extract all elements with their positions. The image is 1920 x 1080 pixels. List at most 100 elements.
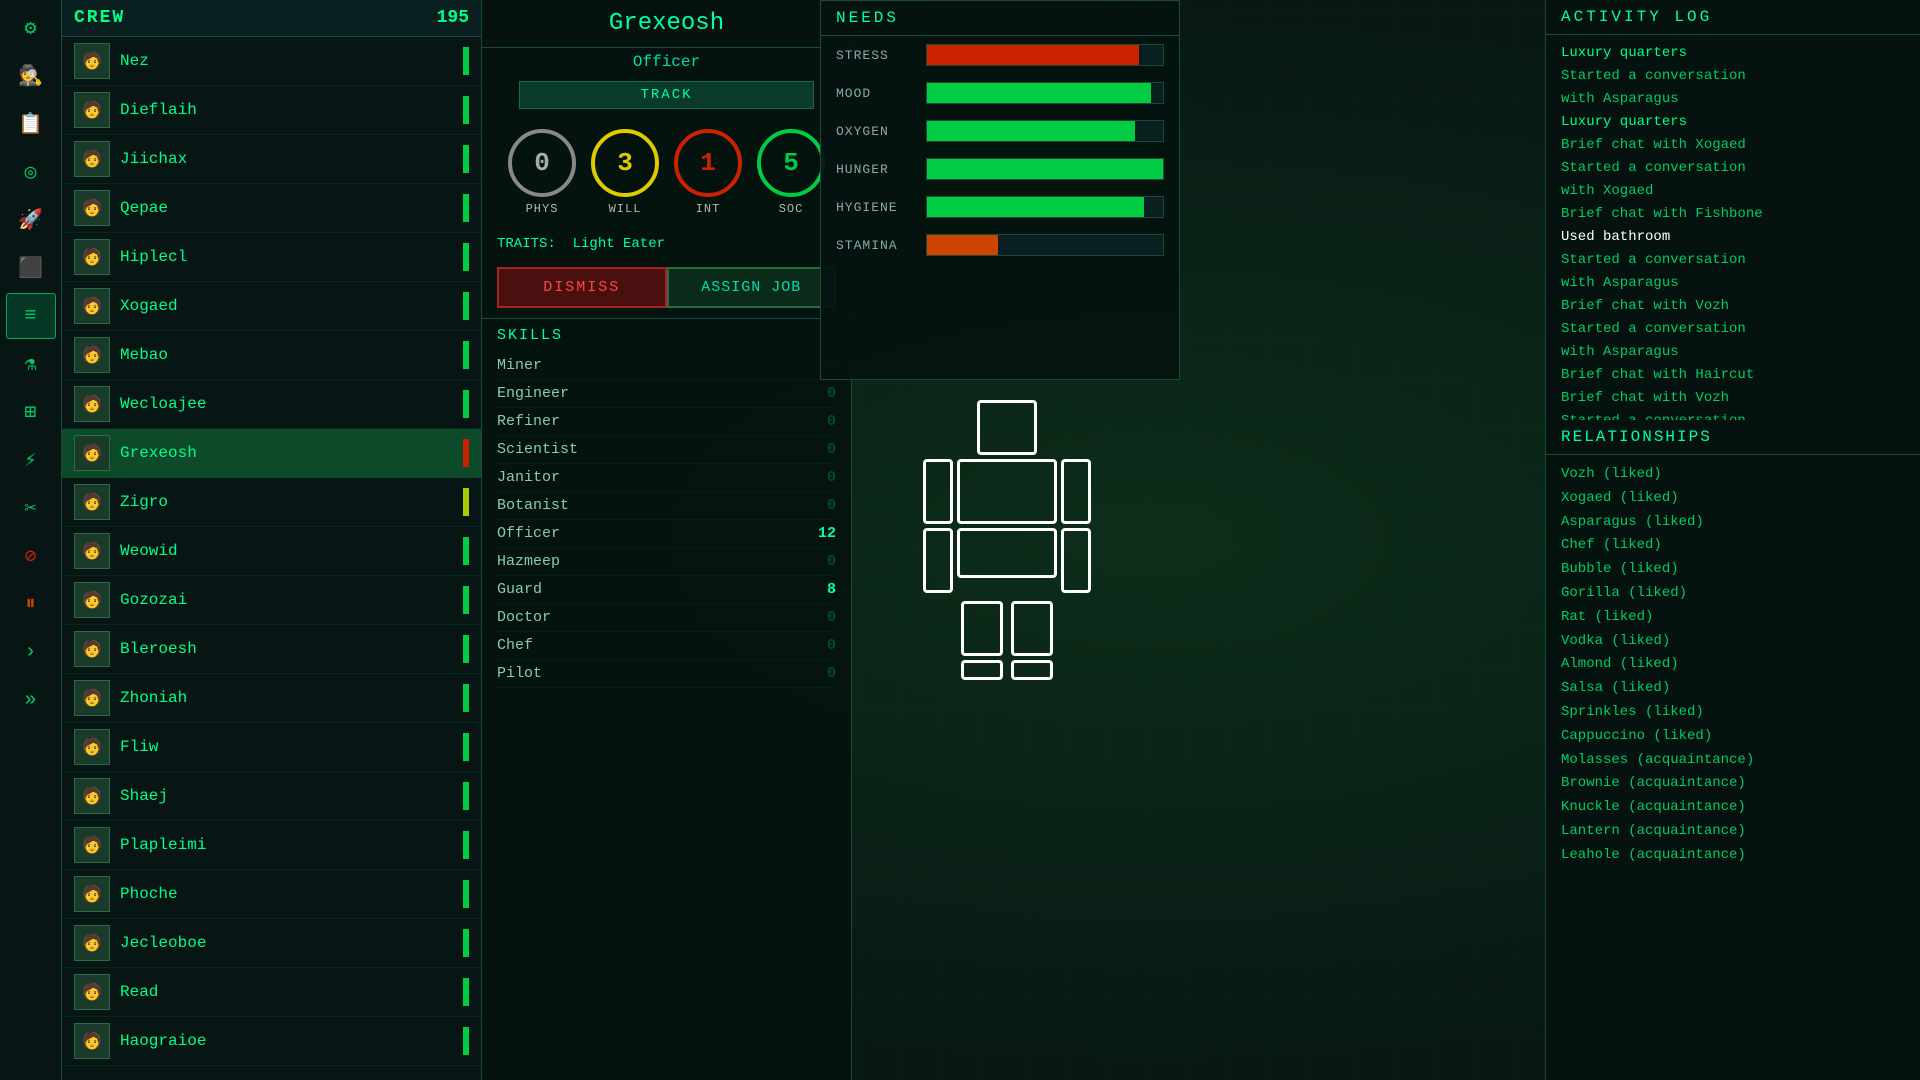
need-label: STRESS: [836, 48, 916, 63]
rocket-icon[interactable]: 🚀: [6, 197, 56, 243]
crew-avatar: 🧑: [74, 631, 110, 667]
crew-item[interactable]: 🧑 Phoche: [62, 870, 481, 919]
crew-status-bar: [463, 341, 469, 369]
crew-item[interactable]: 🧑 Weowid: [62, 527, 481, 576]
activity-list: Luxury quartersStarted a conversationwit…: [1546, 35, 1920, 420]
crew-status-bar: [463, 390, 469, 418]
screen-icon[interactable]: ⬛: [6, 245, 56, 291]
crew-avatar: 🧑: [74, 386, 110, 422]
skill-row: Scientist 0: [497, 436, 836, 464]
crew-item[interactable]: 🧑 Fliw: [62, 723, 481, 772]
track-button[interactable]: TRACK: [519, 81, 814, 109]
crew-status-bar: [463, 684, 469, 712]
sprite-legs: [961, 601, 1053, 656]
crew-member-name: Jecleoboe: [120, 934, 453, 952]
crew-icon[interactable]: ≡: [6, 293, 56, 339]
double-chevron-icon[interactable]: »: [6, 677, 56, 723]
crew-avatar: 🧑: [74, 337, 110, 373]
needs-list: STRESS MOOD OXYGEN HUNGER HYGIENE STAMIN…: [821, 36, 1179, 264]
character-role: Officer: [482, 48, 851, 76]
skill-row: Refiner 0: [497, 408, 836, 436]
crew-item[interactable]: 🧑 Qepae: [62, 184, 481, 233]
crew-item[interactable]: 🧑 Bleroesh: [62, 625, 481, 674]
need-row: HUNGER: [821, 150, 1179, 188]
relation-item: Lantern (acquaintance): [1561, 820, 1905, 844]
skill-row: Hazmeep 0: [497, 548, 836, 576]
crew-item[interactable]: 🧑 Plapleimi: [62, 821, 481, 870]
crew-status-bar: [463, 47, 469, 75]
crew-avatar: 🧑: [74, 729, 110, 765]
need-bar-fill: [927, 197, 1144, 217]
crew-item[interactable]: 🧑 Mebao: [62, 331, 481, 380]
need-bar-fill: [927, 159, 1163, 179]
document-icon[interactable]: 📋: [6, 101, 56, 147]
crew-member-name: Zhoniah: [120, 689, 453, 707]
need-row: MOOD: [821, 74, 1179, 112]
skill-name: Chef: [497, 637, 533, 654]
crew-member-name: Haograioe: [120, 1032, 453, 1050]
crew-item[interactable]: 🧑 Xogaed: [62, 282, 481, 331]
settings-icon[interactable]: ⚙: [6, 5, 56, 51]
int-circle: 1: [674, 129, 742, 197]
crew-item[interactable]: 🧑 Zhoniah: [62, 674, 481, 723]
sprite-lower-torso-row: [923, 528, 1091, 593]
crew-item[interactable]: 🧑 Read: [62, 968, 481, 1017]
skill-name: Guard: [497, 581, 542, 598]
need-bar-background: [926, 44, 1164, 66]
crew-item[interactable]: 🧑 Grexeosh: [62, 429, 481, 478]
crew-avatar: 🧑: [74, 43, 110, 79]
relation-item: Bubble (liked): [1561, 558, 1905, 582]
crew-item[interactable]: 🧑 Hiplecl: [62, 233, 481, 282]
bolt-icon[interactable]: ⚡: [6, 437, 56, 483]
need-bar-background: [926, 120, 1164, 142]
crew-item[interactable]: 🧑 Nez: [62, 37, 481, 86]
grid-icon[interactable]: ⊞: [6, 389, 56, 435]
skill-row: Chef 0: [497, 632, 836, 660]
needs-panel: NEEDS STRESS MOOD OXYGEN HUNGER HYGIENE …: [820, 0, 1180, 380]
crew-status-bar: [463, 831, 469, 859]
need-label: HUNGER: [836, 162, 916, 177]
crew-avatar: 🧑: [74, 925, 110, 961]
crew-item[interactable]: 🧑 Haograioe: [62, 1017, 481, 1066]
crew-item[interactable]: 🧑 Jecleoboe: [62, 919, 481, 968]
sprite-lower-left: [923, 528, 953, 593]
crew-item[interactable]: 🧑 Gozozai: [62, 576, 481, 625]
need-bar-background: [926, 234, 1164, 256]
crew-item[interactable]: 🧑 Zigro: [62, 478, 481, 527]
crew-avatar: 🧑: [74, 974, 110, 1010]
sprite-feet: [961, 660, 1053, 680]
crew-item[interactable]: 🧑 Jiichax: [62, 135, 481, 184]
crew-member-name: Fliw: [120, 738, 453, 756]
activity-item: with Asparagus: [1561, 273, 1905, 294]
skill-name: Scientist: [497, 441, 578, 458]
skill-row: Botanist 0: [497, 492, 836, 520]
target-icon[interactable]: ◎: [6, 149, 56, 195]
skill-value: 0: [827, 665, 836, 682]
cancel-icon[interactable]: ⊘: [6, 533, 56, 579]
pause-icon[interactable]: ⏸: [6, 581, 56, 627]
need-row: STAMINA: [821, 226, 1179, 264]
skills-header: SKILLS: [482, 318, 851, 352]
need-label: STAMINA: [836, 238, 916, 253]
chevron-icon[interactable]: ›: [6, 629, 56, 675]
dismiss-button[interactable]: DISMISS: [497, 267, 667, 308]
skill-row: Janitor 0: [497, 464, 836, 492]
crew-status-bar: [463, 635, 469, 663]
tools-icon[interactable]: ✂: [6, 485, 56, 531]
crew-item[interactable]: 🧑 Dieflaih: [62, 86, 481, 135]
activity-item: Started a conversation: [1561, 158, 1905, 179]
need-label: HYGIENE: [836, 200, 916, 215]
stealth-icon[interactable]: 🕵: [6, 53, 56, 99]
assign-job-button[interactable]: ASSIGN JOB: [667, 267, 837, 308]
crew-item[interactable]: 🧑 Shaej: [62, 772, 481, 821]
crew-member-name: Gozozai: [120, 591, 453, 609]
crew-count: 195: [437, 8, 469, 28]
flask-icon[interactable]: ⚗: [6, 341, 56, 387]
crew-member-name: Xogaed: [120, 297, 453, 315]
crew-avatar: 🧑: [74, 680, 110, 716]
skill-name: Botanist: [497, 497, 569, 514]
crew-item[interactable]: 🧑 Wecloajee: [62, 380, 481, 429]
relation-item: Leahole (acquaintance): [1561, 844, 1905, 868]
need-bar-background: [926, 196, 1164, 218]
activity-log-panel: ACTIVITY LOG Luxury quartersStarted a co…: [1545, 0, 1920, 420]
